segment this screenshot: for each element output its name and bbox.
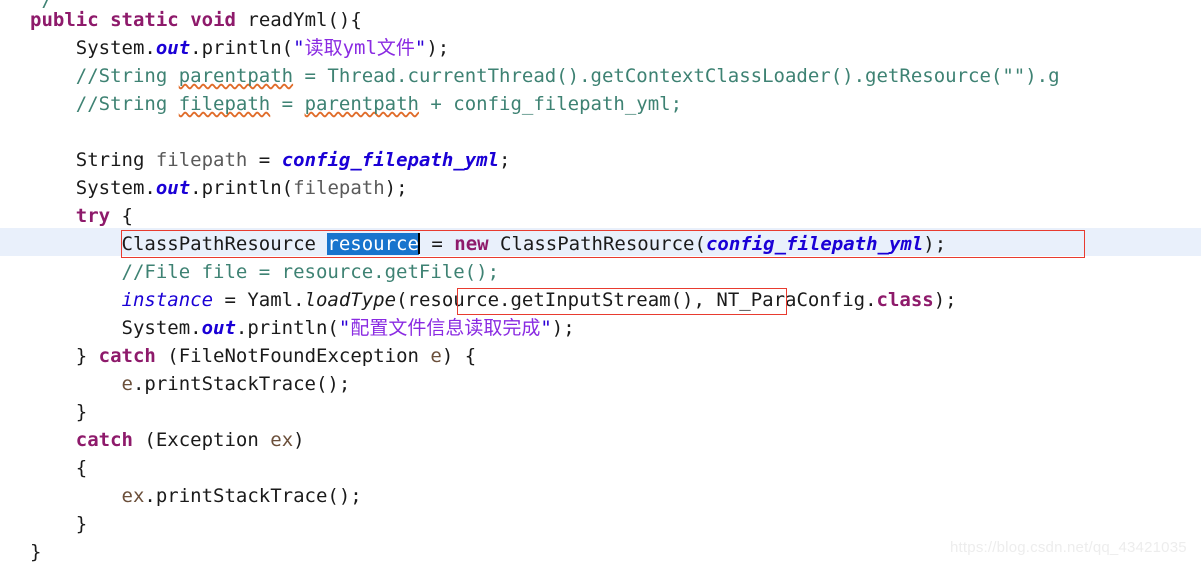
code-line-6: String filepath = config_filepath_yml; <box>0 146 1201 174</box>
exception-type-filenotfound: (FileNotFoundException <box>155 345 431 367</box>
statement-end: ); <box>551 317 575 339</box>
yaml-prefix: = Yaml. <box>213 289 305 311</box>
keyword-public: public <box>30 9 99 31</box>
out-field-token: out <box>201 317 236 339</box>
code-line-10: //File file = resource.getFile(); <box>0 258 1201 286</box>
close-quote: " <box>414 37 427 59</box>
open-quote: " <box>338 317 351 339</box>
method-loadtype: loadType <box>304 289 397 311</box>
comment-prefix: //String <box>75 93 179 115</box>
statement-end: ); <box>923 233 947 255</box>
constructor-call: ClassPathResource( <box>488 233 706 255</box>
comment-eq: = <box>270 93 305 115</box>
keyword-catch-2: catch <box>75 429 133 451</box>
code-line-15: } <box>0 398 1201 426</box>
code-line-7: System.out.println(filepath); <box>0 174 1201 202</box>
semicolon: ; <box>499 149 511 171</box>
keyword-catch: catch <box>98 345 156 367</box>
code-line-3: //String parentpath = Thread.currentThre… <box>0 62 1201 90</box>
type-classpathresource: ClassPathResource <box>121 233 328 255</box>
open-paren: ( <box>396 289 408 311</box>
comment-prefix: //String <box>75 65 179 87</box>
spellcheck-parentpath-2: parentpath <box>304 93 419 115</box>
keyword-class: class <box>876 289 934 311</box>
system-token: System. <box>75 37 156 59</box>
system-token: System. <box>121 317 202 339</box>
statement-end: ); <box>933 289 957 311</box>
selected-identifier-resource[interactable]: resource <box>327 233 419 255</box>
code-line-18: ex.printStackTrace(); <box>0 482 1201 510</box>
system-token: System. <box>75 177 156 199</box>
exception-var-e-usage: e <box>121 373 133 395</box>
printstacktrace-call: .printStackTrace(); <box>132 373 351 395</box>
code-line-12: System.out.println("配置文件信息读取完成"); <box>0 314 1201 342</box>
type-string: String <box>75 149 156 171</box>
watermark-url: https://blog.csdn.net/qq_43421035 <box>950 539 1187 556</box>
code-line-13: } catch (FileNotFoundException e) { <box>0 342 1201 370</box>
code-line-17: { <box>0 454 1201 482</box>
statement-end: ); <box>384 177 408 199</box>
open-brace: { <box>110 205 133 227</box>
close-quote: " <box>540 317 552 339</box>
printstacktrace-call-2: .printStackTrace(); <box>144 485 362 507</box>
assign-op: = <box>247 149 282 171</box>
println-token: .println( <box>190 177 294 199</box>
println-token: .println( <box>235 317 339 339</box>
var-filepath-arg: filepath <box>293 177 385 199</box>
code-line-4: //String filepath = parentpath + config_… <box>0 90 1201 118</box>
comment-body: = Thread.currentThread().getContextClass… <box>293 65 1060 87</box>
println-token: .println( <box>190 37 294 59</box>
statement-end: ); <box>426 37 450 59</box>
keyword-new: new <box>454 233 489 255</box>
code-editor-screenshot: / public static void readYml(){ System.o… <box>0 0 1201 566</box>
static-field-arg-config-filepath-yml: config_filepath_yml <box>705 233 924 255</box>
code-line-1: public static void readYml(){ <box>0 6 1201 34</box>
string-literal-config-read-done: 配置文件信息读取完成 <box>350 317 541 339</box>
close-brace-2: } <box>75 513 88 535</box>
keyword-try: try <box>75 205 111 227</box>
static-field-instance: instance <box>121 289 214 311</box>
boxed-resource-getinputstream: resource.getInputStream() <box>407 289 694 311</box>
close-brace-method: } <box>30 541 42 563</box>
string-literal-read-yml: 读取yml文件 <box>304 37 415 59</box>
code-line-16: catch (Exception ex) <box>0 426 1201 454</box>
exception-var-ex: ex <box>270 429 294 451</box>
keyword-void: void <box>190 9 236 31</box>
static-field-config-filepath-yml: config_filepath_yml <box>281 149 500 171</box>
out-field-token: out <box>155 177 191 199</box>
code-line-9[interactable]: ClassPathResource resource = new ClassPa… <box>0 230 1201 258</box>
comment-tail: + config_filepath_yml; <box>418 93 683 115</box>
close-paren: ) <box>293 429 305 451</box>
var-filepath: filepath <box>155 149 248 171</box>
exception-var-e: e <box>430 345 442 367</box>
assign-op: = <box>419 233 455 255</box>
spellcheck-parentpath: parentpath <box>178 65 294 87</box>
code-line-11: instance = Yaml.loadType(resource.getInp… <box>0 286 1201 314</box>
keyword-static: static <box>110 9 179 31</box>
catch-open-brace: ) { <box>441 345 477 367</box>
comment-file-getfile: //File file = resource.getFile(); <box>121 261 500 283</box>
exception-var-ex-usage: ex <box>121 485 145 507</box>
close-brace: } <box>75 401 88 423</box>
arg-separator-ntparaconfig: , NT_ParaConfig. <box>693 289 877 311</box>
open-brace-2: { <box>75 457 88 479</box>
code-line-2: System.out.println("读取yml文件"); <box>0 34 1201 62</box>
out-field-token: out <box>155 37 191 59</box>
code-line-14: e.printStackTrace(); <box>0 370 1201 398</box>
spellcheck-filepath: filepath <box>178 93 271 115</box>
exception-type-exception: (Exception <box>132 429 271 451</box>
code-area[interactable]: / public static void readYml(){ System.o… <box>0 0 1201 566</box>
close-brace: } <box>75 345 99 367</box>
code-line-8: try { <box>0 202 1201 230</box>
open-quote: " <box>293 37 305 59</box>
method-signature-readyml: readYml(){ <box>235 9 362 31</box>
